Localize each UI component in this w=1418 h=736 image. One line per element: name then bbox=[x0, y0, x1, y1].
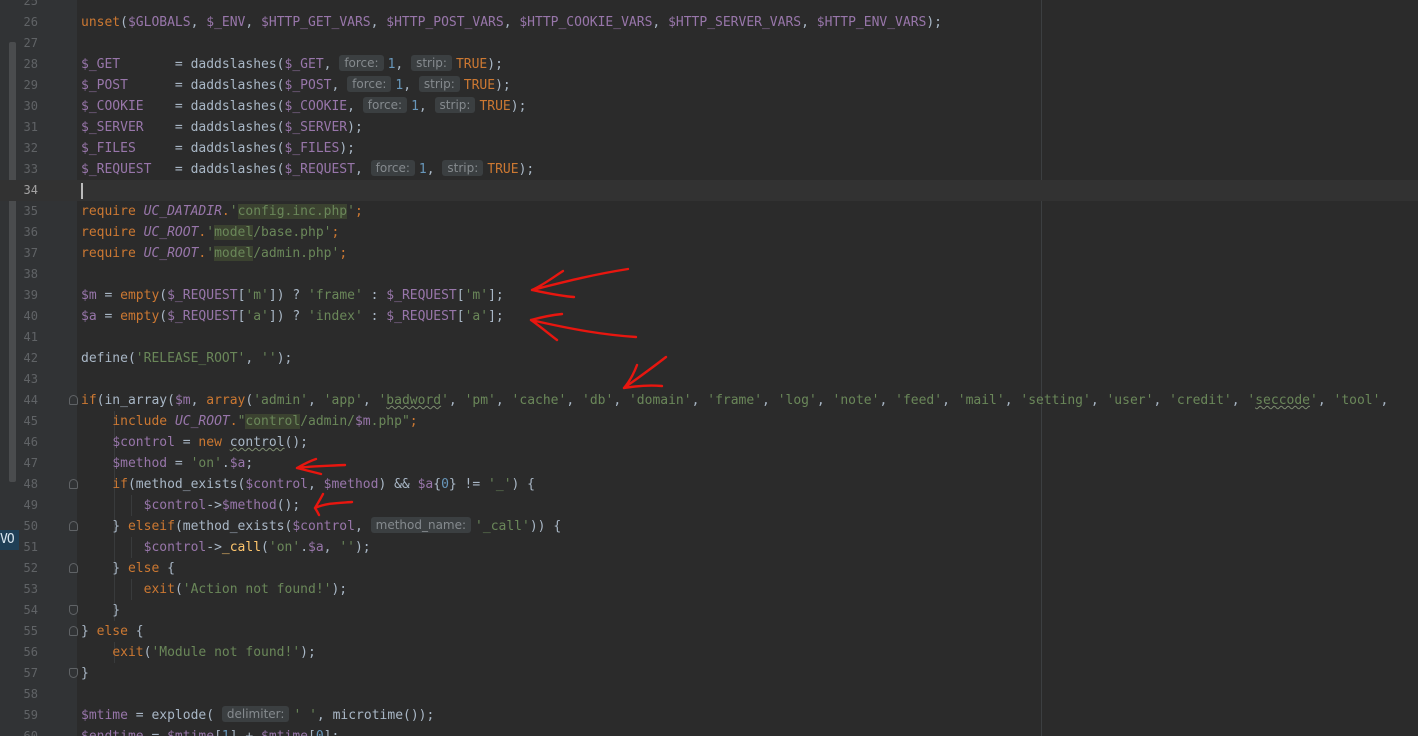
arrow-line-39 bbox=[530, 267, 630, 299]
red-annotation-arrows bbox=[295, 267, 668, 517]
arrow-method-line bbox=[295, 457, 347, 476]
code-editor[interactable]: VO 25 26 unset($GLOBALS, $_ENV, $HTTP_GET_… bbox=[0, 0, 1418, 736]
arrow-control-method-call bbox=[313, 492, 354, 517]
arrow-db-string bbox=[622, 355, 668, 390]
arrow-line-40 bbox=[529, 312, 638, 342]
